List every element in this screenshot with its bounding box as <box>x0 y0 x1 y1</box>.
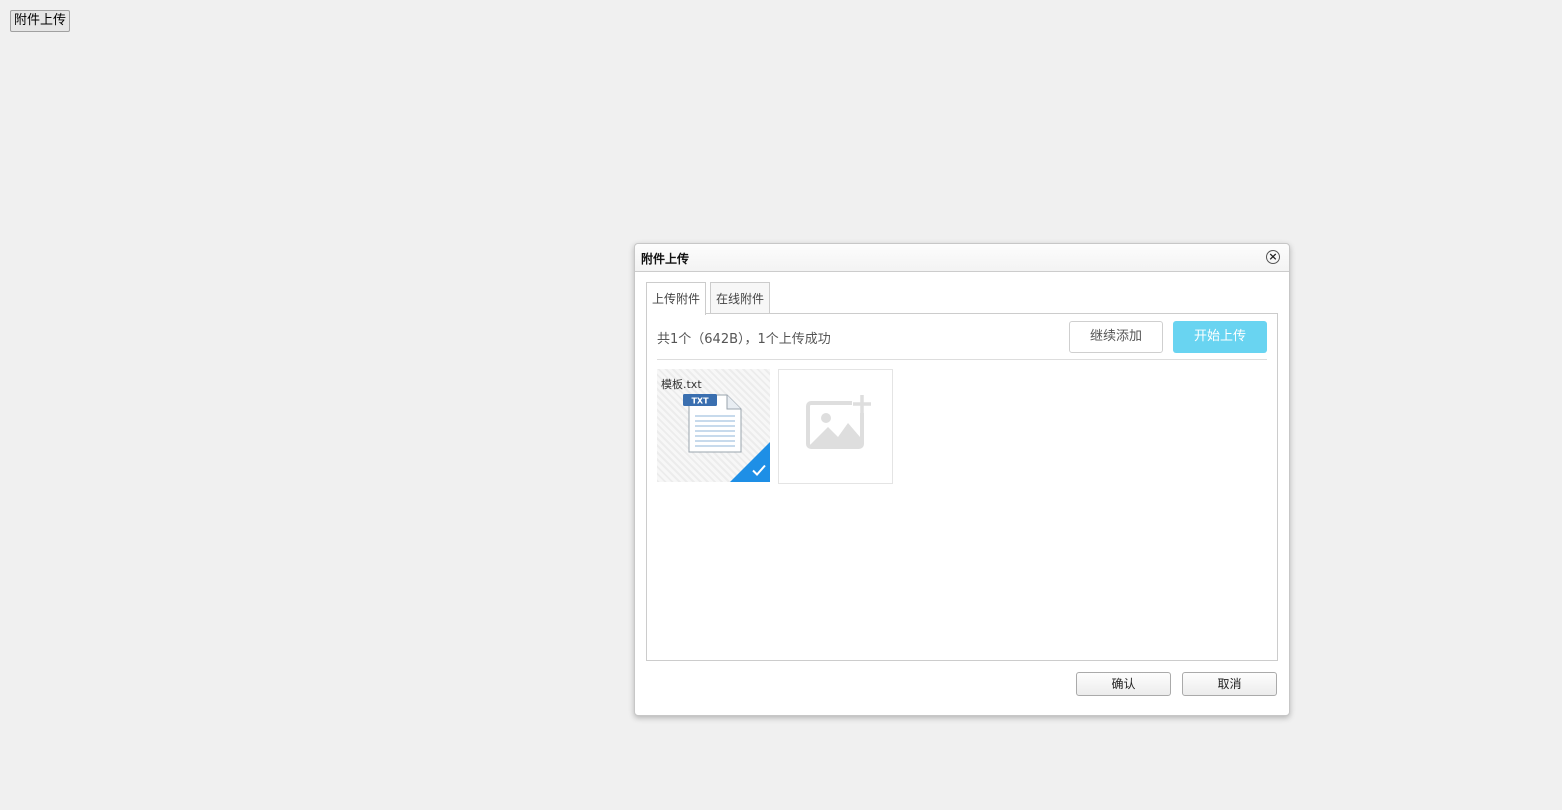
close-icon[interactable]: × <box>1266 250 1280 264</box>
dialog-header: 附件上传 × <box>635 244 1289 272</box>
upload-dialog: 附件上传 × 上传附件 在线附件 共1个（642B），1个上传成功 继续添加 开… <box>634 243 1290 716</box>
confirm-button[interactable]: 确认 <box>1076 672 1171 696</box>
tab-upload-attachment[interactable]: 上传附件 <box>646 282 706 315</box>
tab-online-attachment[interactable]: 在线附件 <box>710 282 770 314</box>
add-file-tile[interactable] <box>778 369 893 484</box>
cancel-button[interactable]: 取消 <box>1182 672 1277 696</box>
dialog-title: 附件上传 <box>641 252 690 266</box>
open-upload-button[interactable]: 附件上传 <box>10 10 70 32</box>
checkmark-icon <box>752 464 766 476</box>
upload-panel: 共1个（642B），1个上传成功 继续添加 开始上传 模板.txt TXT <box>646 313 1278 661</box>
upload-status-text: 共1个（642B），1个上传成功 <box>657 332 831 347</box>
start-upload-button[interactable]: 开始上传 <box>1173 321 1267 353</box>
txt-badge: TXT <box>691 397 709 406</box>
divider <box>657 359 1267 360</box>
add-image-icon <box>806 395 872 449</box>
file-item[interactable]: 模板.txt TXT <box>657 369 770 482</box>
continue-add-button[interactable]: 继续添加 <box>1069 321 1163 353</box>
